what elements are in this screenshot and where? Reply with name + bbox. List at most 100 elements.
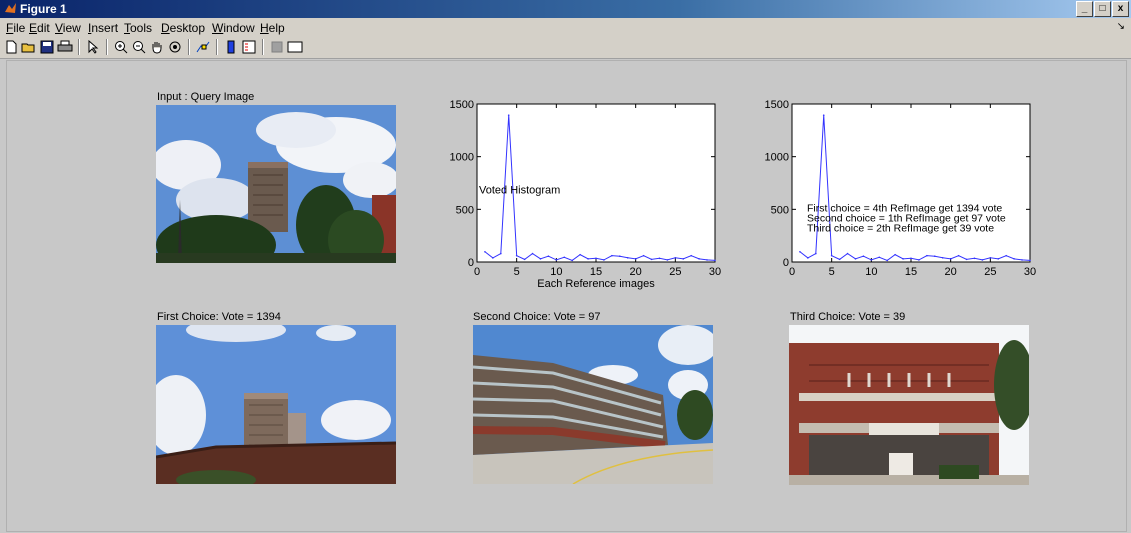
x-tick-label: 30 bbox=[1024, 266, 1036, 278]
choice-histogram-chart: 0 500 1000 1500 0 5 10 15 20 25 30 First choice = 4… bbox=[752, 99, 1042, 299]
maximize-button[interactable]: □ bbox=[1094, 1, 1111, 17]
data-point bbox=[949, 258, 952, 260]
menubar-arrow-icon[interactable]: ↘ bbox=[1117, 21, 1125, 32]
first-choice-title: First Choice: Vote = 1394 bbox=[157, 311, 281, 323]
data-point bbox=[934, 255, 936, 258]
data-point bbox=[626, 256, 629, 259]
hide-plot-tools-icon[interactable] bbox=[268, 38, 286, 56]
data-point bbox=[1021, 259, 1023, 261]
minimize-button[interactable]: _ bbox=[1076, 1, 1093, 17]
x-tick-label: 5 bbox=[514, 266, 520, 278]
data-point bbox=[555, 259, 558, 261]
menu-help[interactable]: Help bbox=[260, 21, 285, 35]
menu-bar: File Edit View Insert Tools Desktop Wind… bbox=[0, 18, 1131, 36]
data-point bbox=[515, 254, 518, 257]
colorbar-icon[interactable] bbox=[222, 38, 240, 56]
menu-view[interactable]: View bbox=[55, 21, 81, 35]
menu-edit[interactable]: Edit bbox=[29, 21, 50, 35]
data-point bbox=[1029, 259, 1031, 262]
x-tick-label: 15 bbox=[590, 266, 602, 278]
data-point bbox=[611, 254, 613, 257]
figure-window: Figure 1 _ □ x File Edit View Insert Too… bbox=[0, 0, 1131, 533]
second-choice-title: Second Choice: Vote = 97 bbox=[473, 311, 601, 323]
x-tick-label: 25 bbox=[669, 266, 681, 278]
figure-canvas: Input : Query Image 0 500 1000 1500 0 5 … bbox=[6, 60, 1127, 532]
x-tick-label: 30 bbox=[709, 266, 721, 278]
data-point bbox=[642, 254, 645, 257]
data-point bbox=[815, 252, 817, 255]
voted-histogram-svg: 0500100015000 5 10 15 20 25 30Each Reference i… bbox=[450, 99, 722, 290]
menu-tools[interactable]: Tools bbox=[124, 21, 152, 35]
data-point bbox=[870, 259, 873, 261]
data-point bbox=[981, 259, 984, 261]
data-point bbox=[714, 259, 716, 262]
close-button[interactable]: x bbox=[1112, 1, 1129, 17]
edit-plot-arrow-icon[interactable] bbox=[84, 38, 102, 56]
print-icon[interactable] bbox=[56, 38, 74, 56]
data-point bbox=[1013, 258, 1015, 260]
data-point bbox=[878, 256, 881, 259]
zoom-in-icon[interactable] bbox=[112, 38, 130, 56]
y-tick-label: 1500 bbox=[450, 99, 474, 111]
data-point bbox=[579, 253, 581, 256]
data-point bbox=[634, 258, 637, 260]
data-point bbox=[862, 255, 865, 258]
data-point bbox=[658, 257, 661, 260]
show-plot-tools-icon[interactable] bbox=[286, 38, 304, 56]
data-point bbox=[563, 256, 566, 259]
menu-desktop[interactable]: Desktop bbox=[161, 21, 205, 35]
data-point bbox=[997, 258, 1000, 260]
new-figure-icon[interactable] bbox=[2, 38, 20, 56]
rotate-3d-icon[interactable] bbox=[166, 38, 184, 56]
data-point bbox=[595, 257, 597, 260]
open-file-icon[interactable] bbox=[20, 38, 38, 56]
x-tick-label: 25 bbox=[984, 266, 996, 278]
data-point bbox=[674, 256, 677, 259]
x-tick-label: 10 bbox=[865, 266, 877, 278]
menu-window[interactable]: Window bbox=[212, 21, 255, 35]
data-point bbox=[894, 253, 896, 256]
data-point bbox=[523, 258, 526, 261]
data-point bbox=[698, 258, 700, 260]
pan-hand-icon[interactable] bbox=[148, 38, 166, 56]
legend-icon[interactable] bbox=[240, 38, 258, 56]
data-point bbox=[989, 256, 992, 259]
data-point bbox=[650, 258, 653, 261]
title-bar[interactable]: Figure 1 _ □ x bbox=[0, 0, 1131, 18]
menu-insert[interactable]: Insert bbox=[88, 21, 118, 35]
data-point bbox=[886, 259, 888, 262]
toolbar bbox=[0, 36, 1131, 59]
query-image bbox=[156, 105, 396, 263]
zoom-out-icon[interactable] bbox=[130, 38, 148, 56]
choice-histogram-svg: 0500100015000 5 10 15 20 25 30First choice = 4… bbox=[765, 99, 1037, 278]
data-point bbox=[918, 259, 920, 261]
data-point bbox=[571, 259, 573, 262]
x-tick-label: 0 bbox=[474, 266, 480, 278]
first-choice-image bbox=[156, 325, 396, 484]
data-point bbox=[547, 255, 550, 258]
data-point bbox=[706, 259, 708, 261]
data-point bbox=[690, 254, 692, 257]
data-point bbox=[492, 257, 494, 259]
data-point bbox=[603, 259, 605, 261]
second-choice-image bbox=[473, 325, 713, 484]
data-point bbox=[854, 258, 857, 260]
data-point bbox=[587, 258, 589, 260]
y-tick-label: 500 bbox=[456, 204, 474, 216]
data-point bbox=[941, 256, 944, 259]
data-point bbox=[965, 258, 968, 261]
chart-annotation: Voted Histogram bbox=[479, 185, 560, 197]
data-point bbox=[1005, 254, 1007, 257]
y-tick-label: 1000 bbox=[765, 152, 789, 164]
third-choice-image bbox=[789, 325, 1029, 485]
menu-file[interactable]: File bbox=[6, 21, 25, 35]
x-tick-label: 10 bbox=[550, 266, 562, 278]
data-point bbox=[830, 254, 833, 257]
data-point bbox=[531, 252, 534, 255]
data-cursor-icon[interactable] bbox=[194, 38, 212, 56]
data-point bbox=[807, 257, 809, 259]
data-point bbox=[619, 255, 621, 258]
chart-annotation: Third choice = 2th RefImage get 39 vote bbox=[807, 222, 994, 234]
x-tick-label: 0 bbox=[789, 266, 795, 278]
save-icon[interactable] bbox=[38, 38, 56, 56]
